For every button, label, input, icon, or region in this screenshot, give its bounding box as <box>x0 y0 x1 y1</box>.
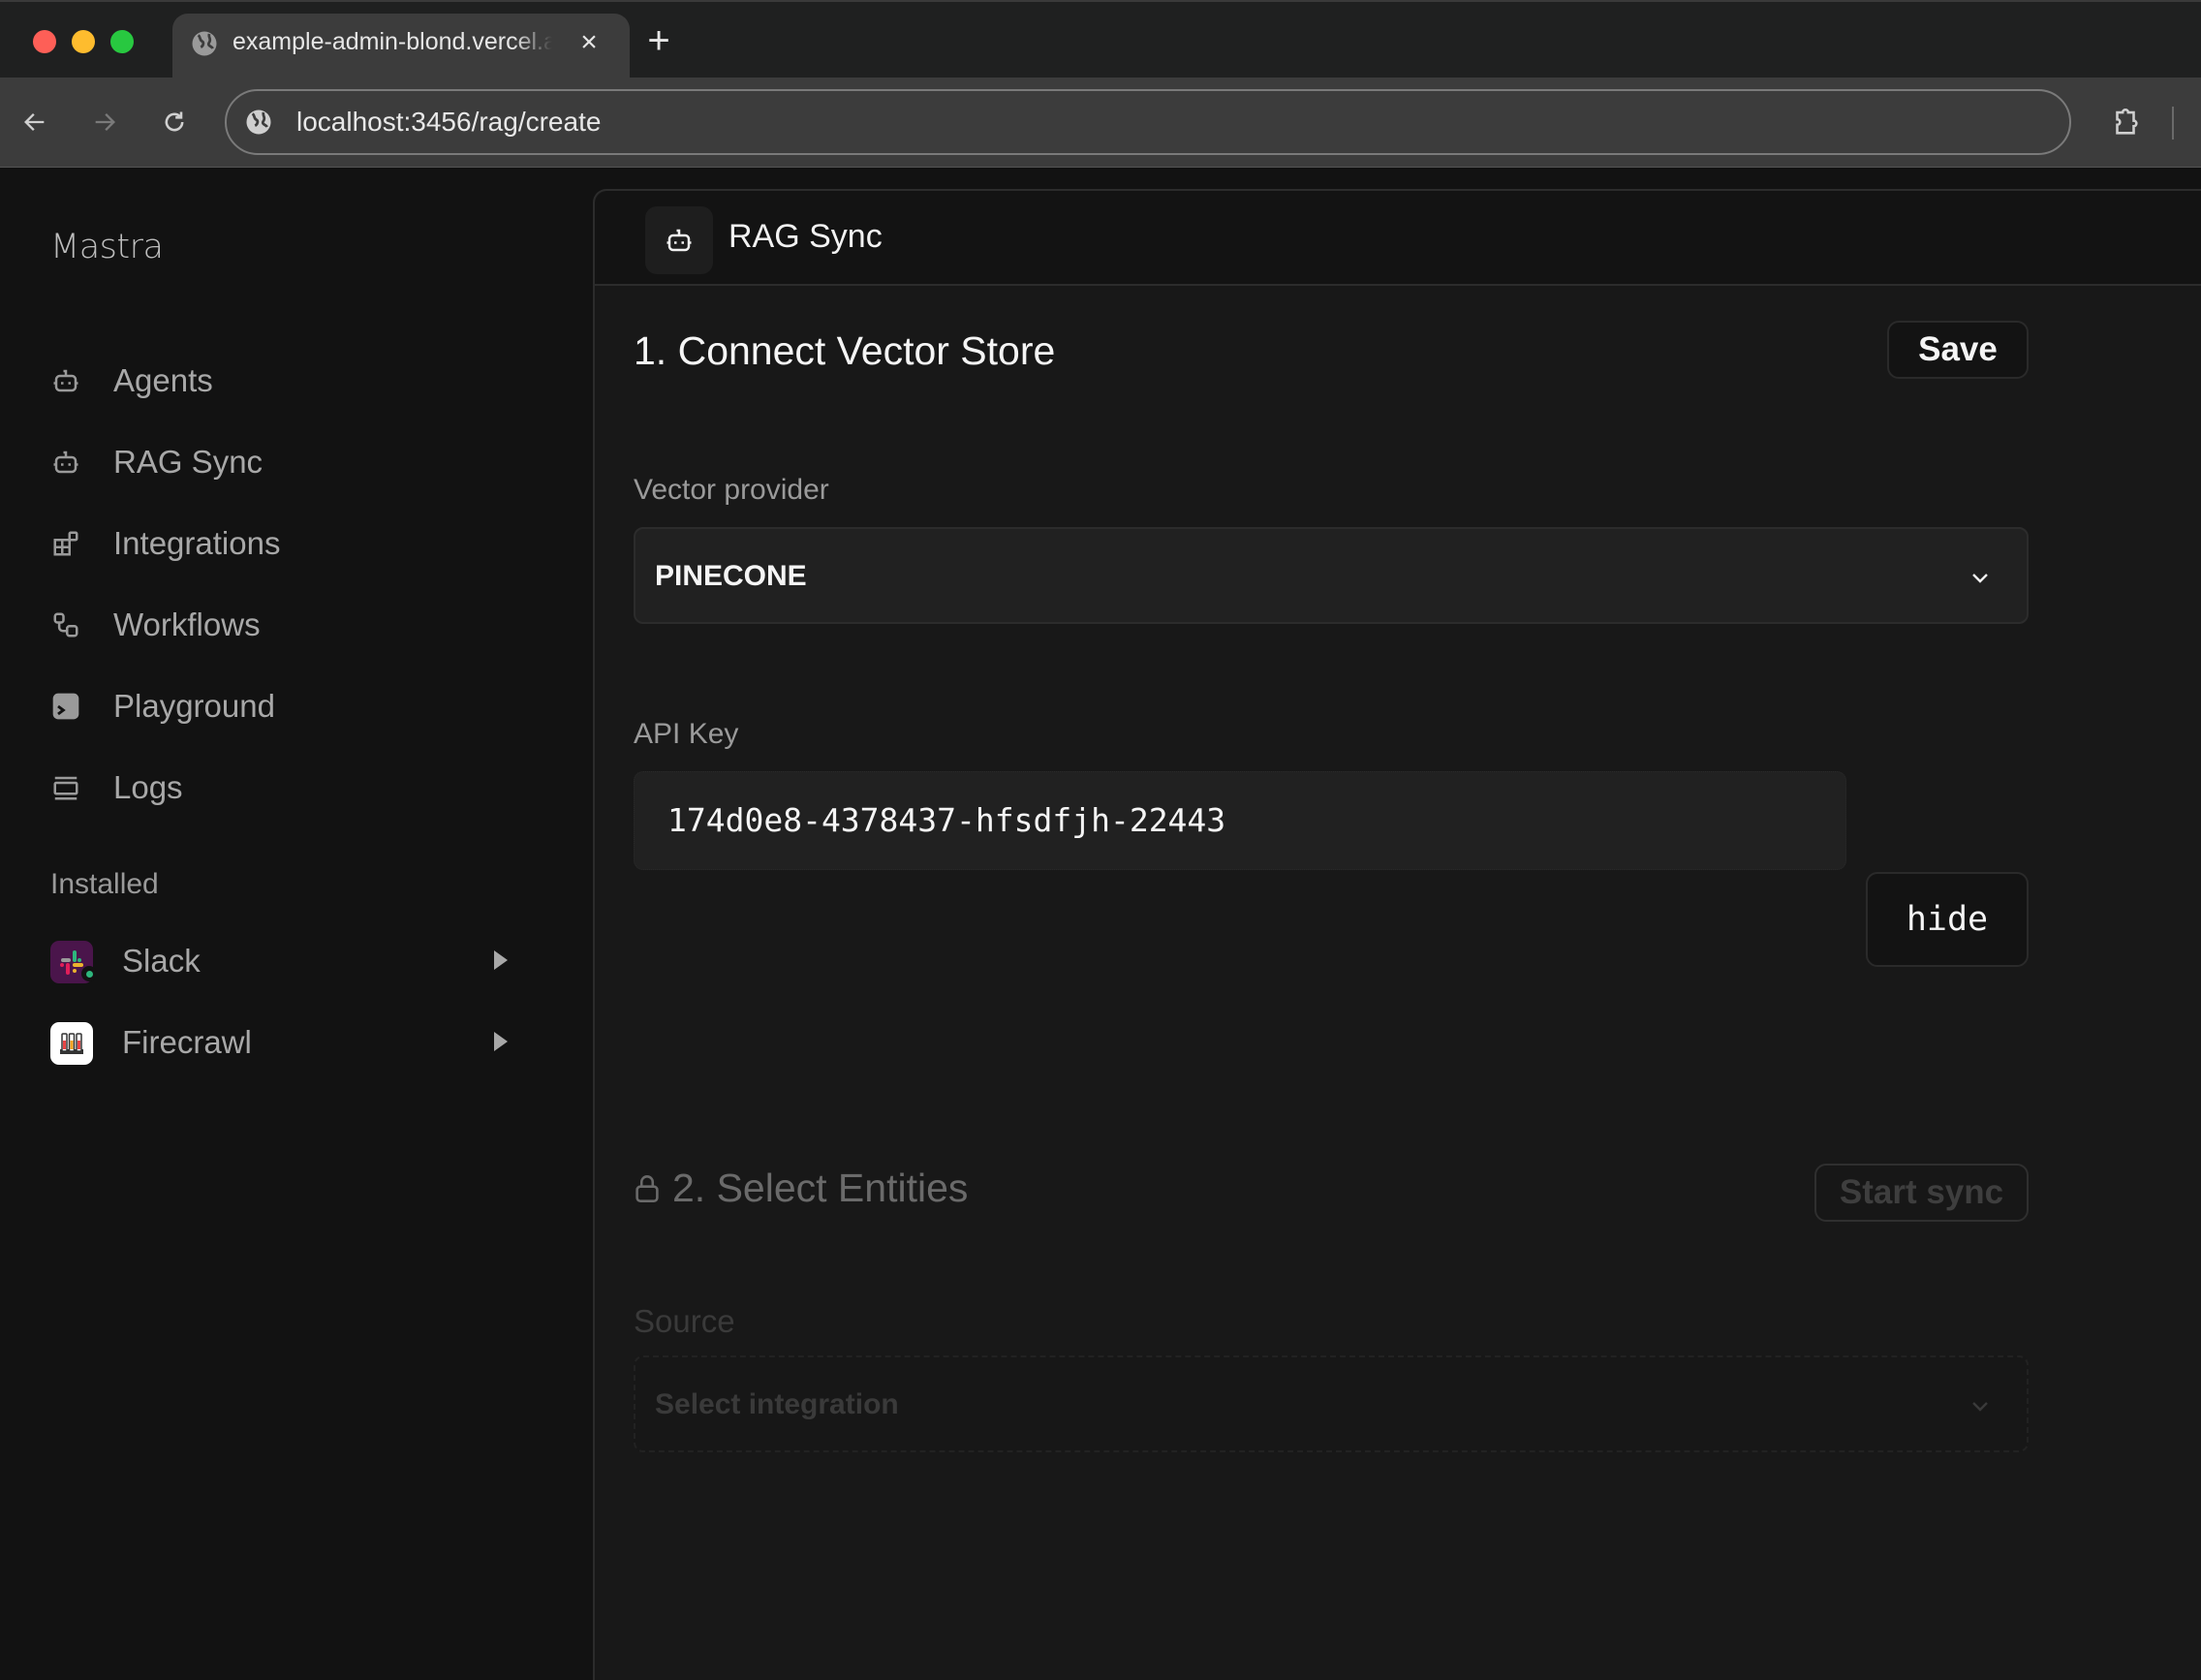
sidebar-item-playground[interactable]: Playground <box>39 675 562 737</box>
sidebar-item-label: RAG Sync <box>113 444 264 480</box>
connected-status-dot <box>81 966 97 981</box>
hide-api-key-button[interactable]: hide <box>1866 872 2029 967</box>
vector-provider-label: Vector provider <box>634 474 829 506</box>
arrow-left-icon <box>24 113 45 131</box>
installed-item-label: Firecrawl <box>122 1024 252 1060</box>
sidebar-item-integrations[interactable]: Integrations <box>39 513 562 575</box>
api-key-value: 174d0e8-4378437-hfsdfjh-22443 <box>667 801 1226 839</box>
sidebar-item-logs[interactable]: Logs <box>39 757 562 819</box>
robot-icon <box>50 365 81 396</box>
step2-title: 2. Select Entities <box>634 1166 968 1211</box>
save-button[interactable]: Save <box>1887 321 2029 379</box>
robot-icon <box>50 447 81 478</box>
chevron-down-icon <box>1972 1402 1988 1412</box>
chevron-down-icon <box>1972 574 1988 583</box>
site-info-icon[interactable] <box>244 108 273 137</box>
step1-title: 1. Connect Vector Store <box>634 328 1056 373</box>
step2-title-text: 2. Select Entities <box>672 1166 969 1210</box>
source-integration-select[interactable]: Select integration <box>634 1355 2029 1452</box>
logs-icon <box>50 772 81 803</box>
sidebar-item-rag-sync[interactable]: RAG Sync <box>39 431 562 493</box>
arrow-right-icon <box>95 113 115 131</box>
blocks-icon <box>50 528 81 559</box>
start-sync-button[interactable]: Start sync <box>1814 1164 2029 1222</box>
tab-title: example-admin-blond.vercel.app <box>232 28 552 55</box>
terminal-icon <box>50 691 81 722</box>
reload-icon <box>165 111 184 132</box>
workflow-icon <box>50 609 81 640</box>
back-button[interactable] <box>14 101 56 143</box>
toolbar-divider <box>2172 107 2174 140</box>
expand-caret-icon[interactable] <box>494 950 508 970</box>
forward-button[interactable] <box>83 101 126 143</box>
lock-icon <box>636 1174 659 1202</box>
installed-section-label: Installed <box>50 868 159 900</box>
source-label: Source <box>634 1303 735 1339</box>
extensions-button[interactable] <box>2104 101 2147 143</box>
firecrawl-logo-icon <box>50 1022 93 1065</box>
browser-tab-bar: example-admin-blond.vercel.app × + <box>0 0 2201 81</box>
close-tab-icon[interactable]: × <box>572 25 606 60</box>
browser-toolbar: localhost:3456/rag/create <box>0 78 2201 168</box>
window-maximize-button[interactable] <box>110 30 134 53</box>
window-close-button[interactable] <box>33 30 56 53</box>
page-header: RAG Sync <box>595 191 2201 286</box>
new-tab-button[interactable]: + <box>639 21 678 60</box>
installed-item-label: Slack <box>122 943 201 979</box>
window-minimize-button[interactable] <box>72 30 95 53</box>
source-placeholder: Select integration <box>655 1388 899 1420</box>
api-key-input[interactable]: 174d0e8-4378437-hfsdfjh-22443 <box>634 771 1846 870</box>
browser-tab[interactable]: example-admin-blond.vercel.app × <box>172 14 630 81</box>
installed-item-slack[interactable]: Slack <box>39 931 542 993</box>
app-root: Mastra Agents RAG Sync Integrations Work… <box>0 168 2201 1680</box>
sidebar-item-label: Workflows <box>113 607 261 642</box>
vector-provider-select[interactable]: PINECONE <box>634 527 2029 624</box>
sidebar-item-label: Agents <box>113 362 213 398</box>
installed-item-firecrawl[interactable]: Firecrawl <box>39 1012 542 1074</box>
address-bar[interactable]: localhost:3456/rag/create <box>225 89 2071 155</box>
globe-icon <box>192 31 217 56</box>
sidebar-item-label: Integrations <box>113 525 281 561</box>
main-panel: RAG Sync 1. Connect Vector Store Save Ve… <box>593 189 2201 1680</box>
expand-caret-icon[interactable] <box>494 1032 508 1051</box>
vector-provider-value: PINECONE <box>655 560 807 592</box>
url-text[interactable]: localhost:3456/rag/create <box>296 107 601 138</box>
sidebar-item-label: Logs <box>113 769 183 805</box>
sidebar: Mastra Agents RAG Sync Integrations Work… <box>0 168 593 1680</box>
puzzle-icon <box>2116 109 2138 135</box>
sidebar-item-agents[interactable]: Agents <box>39 350 562 412</box>
sidebar-item-workflows[interactable]: Workflows <box>39 594 562 656</box>
reload-button[interactable] <box>153 101 196 143</box>
api-key-label: API Key <box>634 718 739 750</box>
sidebar-item-label: Playground <box>113 688 275 724</box>
page-title: RAG Sync <box>728 218 883 255</box>
robot-icon <box>645 206 713 274</box>
brand-logo[interactable]: Mastra <box>50 228 164 266</box>
